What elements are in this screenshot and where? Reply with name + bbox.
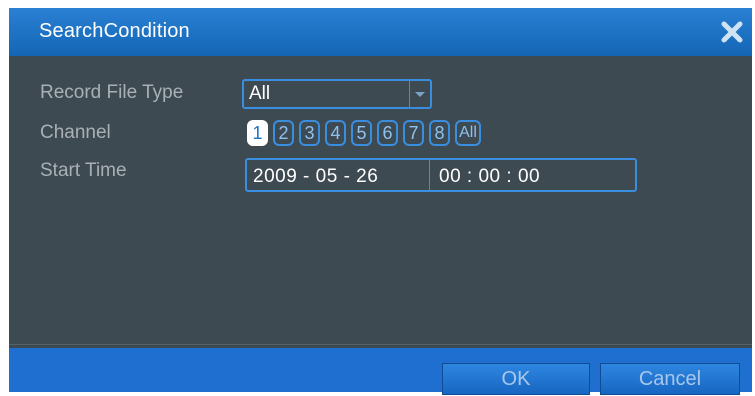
record-file-type-value: All	[249, 83, 271, 104]
start-time-label: Start Time	[40, 160, 127, 181]
record-file-type-label: Record File Type	[40, 82, 184, 103]
chevron-down-icon[interactable]	[409, 81, 430, 107]
channel-4-button[interactable]: 4	[325, 120, 346, 146]
title-bar: SearchCondition	[9, 8, 752, 56]
channel-6-button[interactable]: 6	[377, 120, 398, 146]
channel-label: Channel	[40, 122, 111, 143]
panel-divider	[9, 344, 752, 345]
cancel-button[interactable]: Cancel	[600, 363, 740, 395]
date-time-divider	[429, 160, 430, 190]
channel-1-button[interactable]: 1	[247, 120, 268, 146]
ok-button[interactable]: OK	[442, 363, 590, 395]
channel-all-button[interactable]: All	[455, 120, 481, 146]
channel-7-button[interactable]: 7	[403, 120, 424, 146]
channel-3-button[interactable]: 3	[299, 120, 320, 146]
start-clock-input[interactable]: 00 : 00 : 00	[439, 166, 540, 188]
start-date-input[interactable]: 2009 - 05 - 26	[253, 166, 378, 188]
search-condition-dialog: SearchCondition Record File Type All Cha…	[9, 8, 752, 395]
channel-8-button[interactable]: 8	[429, 120, 450, 146]
channel-2-button[interactable]: 2	[273, 120, 294, 146]
start-time-field[interactable]: 2009 - 05 - 26 00 : 00 : 00	[245, 158, 637, 192]
dialog-title: SearchCondition	[39, 20, 190, 42]
channel-5-button[interactable]: 5	[351, 120, 372, 146]
record-file-type-select[interactable]: All	[242, 79, 432, 109]
close-icon[interactable]	[719, 19, 745, 45]
